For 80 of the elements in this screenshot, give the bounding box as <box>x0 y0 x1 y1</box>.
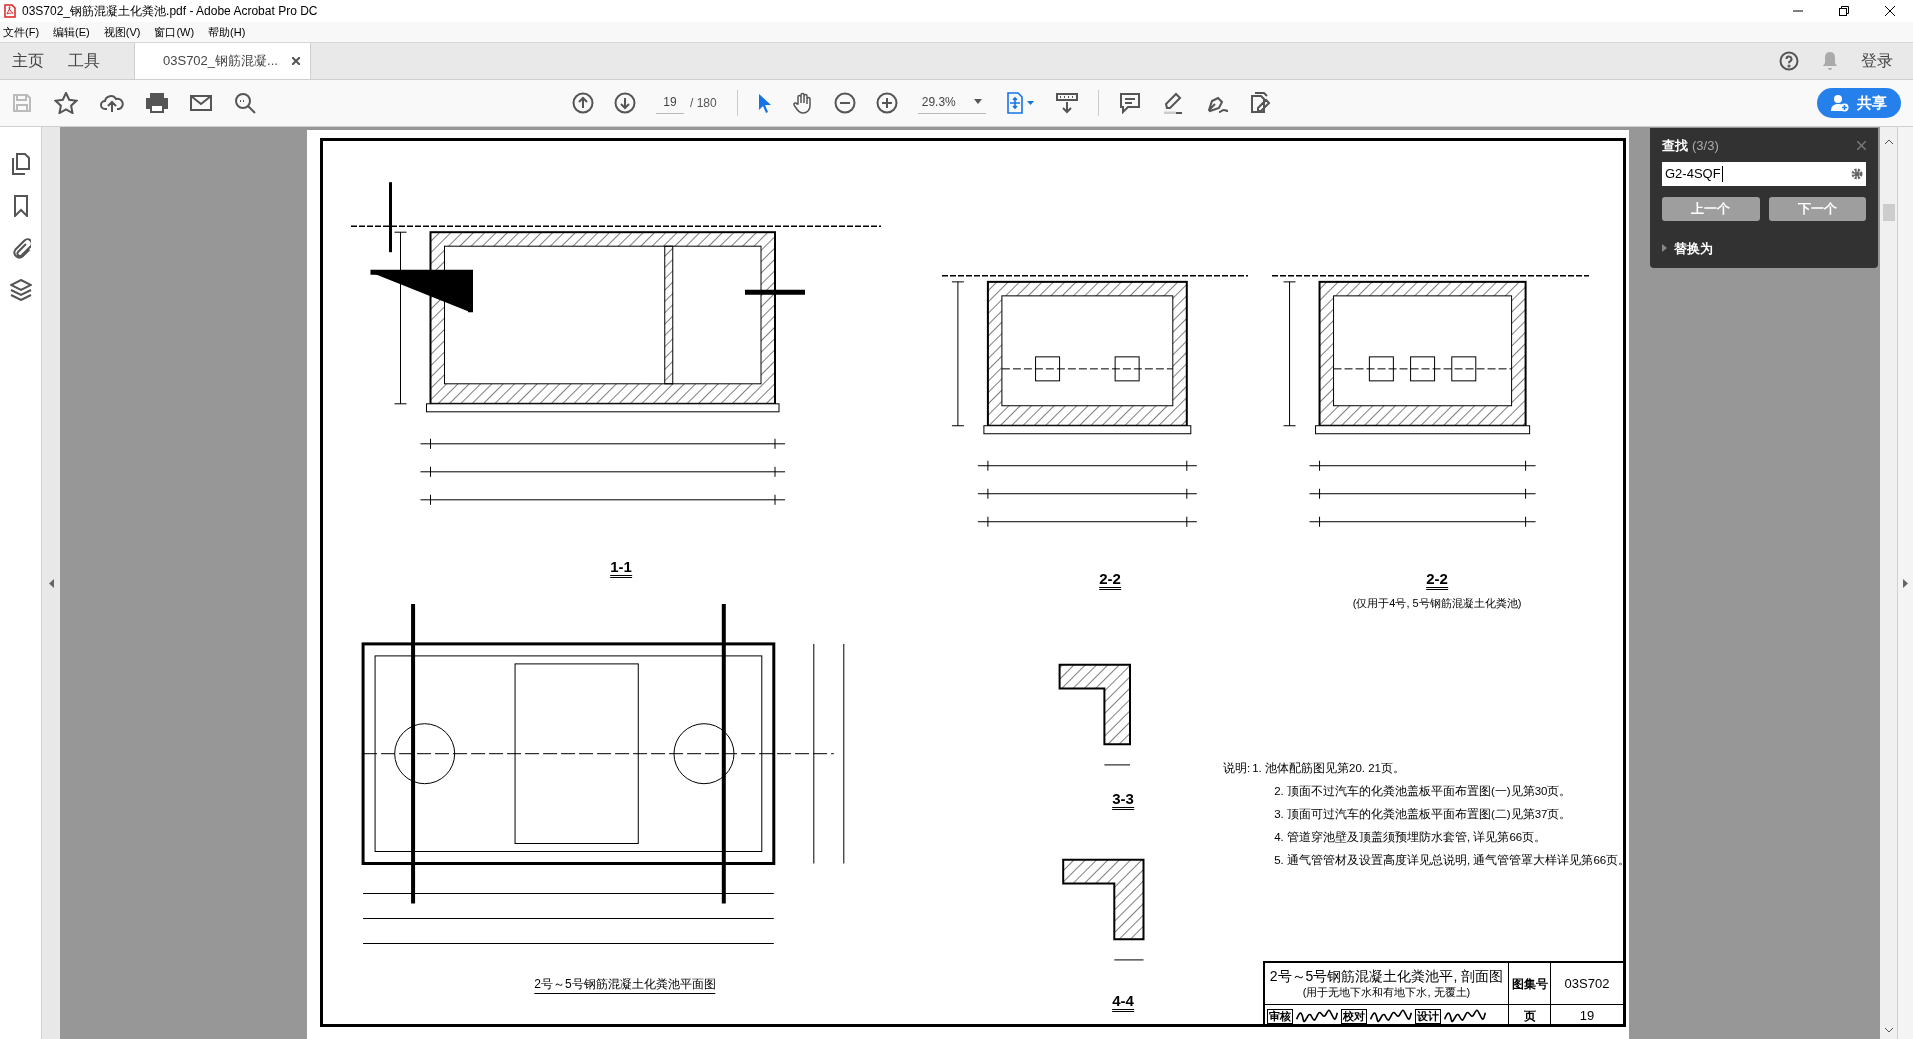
signer-role: 校对 <box>1341 1008 1367 1024</box>
star-icon[interactable] <box>54 92 78 114</box>
view-label: 2-2 <box>1426 571 1448 590</box>
replace-toggle[interactable]: 替换为 <box>1662 238 1866 258</box>
table-cell-text: 19 <box>1578 1007 1596 1026</box>
close-icon[interactable] <box>1857 141 1866 151</box>
find-title: 查找 <box>1662 137 1688 155</box>
hand-icon[interactable] <box>791 92 814 114</box>
view-label: 2-2 <box>1099 571 1121 590</box>
window-title: 03S702_钢筋混凝土化粪池.pdf - Adobe Acrobat Pro DC <box>22 3 318 20</box>
arrow-down-circle-icon[interactable] <box>614 92 636 114</box>
caret-icon <box>973 99 982 104</box>
comment-icon[interactable] <box>1118 92 1141 114</box>
cursor-arrow-icon[interactable] <box>757 93 772 113</box>
paperclip-icon[interactable] <box>10 237 31 259</box>
settings-icon[interactable] <box>1851 167 1863 180</box>
table-cell: 03S702 <box>1551 963 1623 1005</box>
arrow-up-circle-icon[interactable] <box>572 92 594 114</box>
drawing-subtitle: (用于无地下水和有地下水, 无覆土) <box>1302 985 1471 999</box>
expand-arrow-icon[interactable] <box>48 578 54 588</box>
drawing-title: 2号～5号钢筋混凝土化粪池平, 剖面图 <box>1269 968 1504 985</box>
scroll-mode-icon[interactable] <box>1055 92 1078 114</box>
page-total: / 180 <box>690 95 717 112</box>
signer-role: 设计 <box>1415 1008 1441 1024</box>
expand-arrow-icon[interactable] <box>1903 578 1908 588</box>
table-cell: 图集号 <box>1509 963 1551 1005</box>
zoom-in-icon[interactable] <box>875 92 898 114</box>
help-icon[interactable] <box>1779 51 1799 71</box>
sign-in-link[interactable]: 登录 <box>1861 49 1893 73</box>
menu-item[interactable]: 编辑(E) <box>53 23 90 41</box>
view-label: 4-4 <box>1112 993 1134 1012</box>
mail-icon[interactable] <box>190 95 212 111</box>
scrollbar-thumb[interactable] <box>1882 204 1895 221</box>
search-query: G2-4SQF <box>1665 165 1723 182</box>
document-tab[interactable]: 03S702_钢筋混凝... <box>134 43 311 79</box>
notes-heading: 说明: <box>1223 761 1251 776</box>
search-field[interactable]: G2-4SQF <box>1662 161 1866 186</box>
signature-drawing <box>1295 1008 1339 1024</box>
menu-item[interactable]: 窗口(W) <box>154 23 195 41</box>
replace-label: 替换为 <box>1674 239 1713 258</box>
edit-document-icon[interactable] <box>1248 91 1273 115</box>
view-label: 3-3 <box>1112 791 1134 810</box>
add-user-icon <box>1831 94 1849 112</box>
close-icon[interactable] <box>291 57 300 65</box>
bookmark-icon[interactable] <box>12 195 29 217</box>
view-note: (仅用于4号, 5号钢筋混凝土化粪池) <box>1352 596 1522 611</box>
layers-icon[interactable] <box>9 279 32 301</box>
view-label: 1-1 <box>610 559 632 578</box>
menu-item[interactable]: 帮助(H) <box>208 23 246 41</box>
search-icon[interactable] <box>234 92 256 114</box>
zoom-dropdown[interactable]: 29.3% <box>917 92 986 114</box>
note-text: 4. 管道穿池壁及顶盖须预埋防水套管, 详见第66页。 <box>1273 830 1548 845</box>
signature-drawing <box>1369 1008 1413 1024</box>
printer-icon[interactable] <box>146 93 168 113</box>
pages-icon[interactable] <box>10 153 31 175</box>
vertical-scrollbar[interactable] <box>1880 127 1897 1039</box>
tab-label: 03S702_钢筋混凝... <box>163 52 278 71</box>
note-text: 1. 池体配筋图见第20. 21页。 <box>1252 761 1406 776</box>
close-icon <box>1885 6 1895 16</box>
signer-role: 审核 <box>1267 1008 1293 1024</box>
fit-page-icon[interactable] <box>1005 92 1036 114</box>
zoom-value: 29.3% <box>920 93 956 111</box>
restore-icon <box>1839 6 1849 16</box>
minimize-icon <box>1793 10 1803 12</box>
signature-drawing <box>1443 1008 1487 1024</box>
pdf-file-icon <box>4 4 16 18</box>
zoom-out-icon[interactable] <box>833 92 856 114</box>
note-text: 3. 顶面可过汽车的化粪池盖板平面布置图(二)见第37页。 <box>1273 807 1573 822</box>
menu-item[interactable]: 视图(V) <box>103 23 141 41</box>
note-text: 5. 通气管管材及设置高度详见总说明, 通气管管罩大样详见第66页。 <box>1273 853 1631 868</box>
nav-tab[interactable]: 工具 <box>56 43 112 79</box>
note-text: 2. 顶面不过汽车的化粪池盖板平面布置图(一)见第30页。 <box>1273 784 1573 799</box>
page-number-field[interactable]: 19 <box>656 92 684 114</box>
view-label: 2号～5号钢筋混凝土化粪池平面图 <box>534 975 716 994</box>
match-count: (3/3) <box>1692 137 1719 155</box>
menu-item[interactable]: 文件(F) <box>3 23 40 41</box>
share-button[interactable]: 共享 <box>1817 88 1901 118</box>
cloud-upload-icon[interactable] <box>100 92 124 114</box>
nav-tab[interactable]: 主页 <box>0 43 56 79</box>
table-cell: 页 <box>1509 1005 1551 1027</box>
